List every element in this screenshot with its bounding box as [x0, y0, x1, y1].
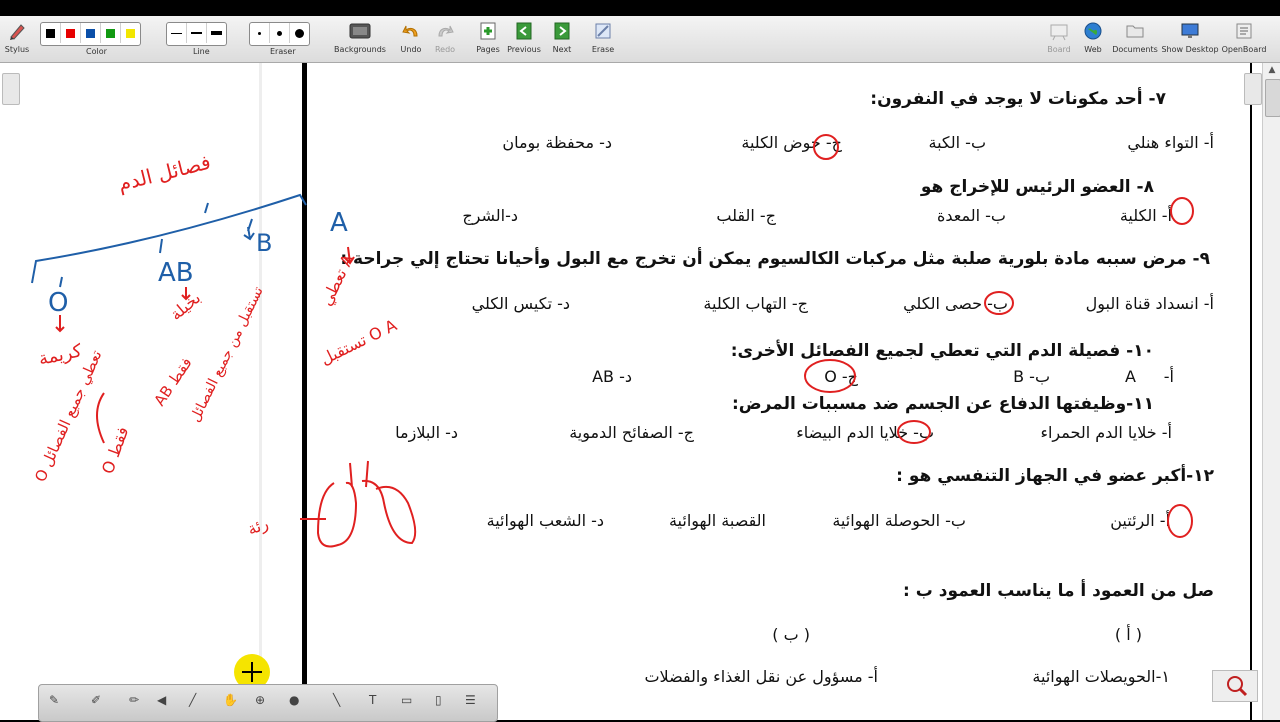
- color-palette: [40, 22, 141, 46]
- blood-type-b: B: [256, 229, 272, 257]
- color-swatch-green[interactable]: [101, 23, 121, 43]
- stylus-tool[interactable]: Stylus: [4, 18, 30, 60]
- scroll-thumb[interactable]: [1265, 79, 1280, 117]
- laser-tool-icon[interactable]: ●: [289, 693, 305, 709]
- o-only-note: O فقط: [98, 424, 132, 476]
- answer-circle-q7: [813, 134, 839, 160]
- eraser-size-group: [249, 22, 310, 46]
- erase-button[interactable]: Erase: [590, 18, 616, 60]
- answer-circle-q11: [897, 420, 931, 444]
- show-desktop-button[interactable]: Show Desktop: [1161, 18, 1219, 60]
- add-page-icon: [477, 20, 499, 42]
- backgrounds-button[interactable]: Backgrounds: [334, 18, 386, 60]
- capture-tool-icon[interactable]: ▭: [401, 693, 417, 709]
- eraser-label: Eraser: [270, 47, 296, 56]
- handwritten-notes: A B AB O فصائل الدم كريمة بخيلة تعطي A ت…: [31, 150, 417, 548]
- line-tool-icon[interactable]: ╱: [189, 693, 205, 709]
- a-gives-note: تعطي A: [317, 251, 359, 309]
- toolbar: Stylus Color Line Eraser Backgrounds Und…: [0, 16, 1280, 63]
- blood-type-a: A: [330, 208, 348, 238]
- backgrounds-icon: [349, 20, 371, 42]
- whiteboard-canvas[interactable]: ٧- أحد مكونات لا يوجد في النفرون: أ- الت…: [0, 63, 1262, 720]
- web-button[interactable]: Web: [1080, 18, 1106, 60]
- eraser-large[interactable]: [290, 23, 309, 43]
- eraser-small[interactable]: [250, 23, 270, 43]
- ab-note: بخيلة: [166, 288, 204, 324]
- previous-button[interactable]: Previous: [506, 18, 542, 60]
- hand-tool-icon[interactable]: ✋: [223, 693, 239, 709]
- color-swatch-red[interactable]: [61, 23, 81, 43]
- blood-types-title: فصائل الدم: [115, 150, 213, 196]
- draw-line-icon[interactable]: ╲: [333, 693, 349, 709]
- lung-label: رئة: [245, 514, 271, 540]
- eraser-medium[interactable]: [270, 23, 290, 43]
- line-medium[interactable]: [187, 23, 207, 43]
- line-thin[interactable]: [167, 23, 187, 43]
- ab-receives-note: AB فقط: [150, 354, 195, 409]
- answer-circle-q10: [804, 359, 856, 393]
- settings-board-icon: [1233, 20, 1255, 42]
- answer-circle-q8: [1170, 197, 1194, 225]
- next-button[interactable]: Next: [549, 18, 575, 60]
- redo-icon: [434, 20, 456, 42]
- o-note: كريمة: [37, 340, 84, 370]
- highlighter-tool-icon[interactable]: ✏: [129, 693, 145, 709]
- stylus-icon: [6, 20, 28, 42]
- color-swatch-black[interactable]: [41, 23, 61, 43]
- color-label: Color: [86, 47, 107, 56]
- stylus-palette-bar: ✎ ✐ ✏ ◀ ╱ ✋ ⊕ ● ╲ T ▭ ▯ ☰: [38, 684, 498, 722]
- line-label: Line: [193, 47, 210, 56]
- zoom-magnifier-icon[interactable]: [1212, 670, 1258, 702]
- blood-type-o: O: [48, 288, 68, 318]
- pages-button[interactable]: Pages: [474, 18, 502, 60]
- undo-icon: [400, 20, 422, 42]
- scroll-up-arrow-icon[interactable]: ▲: [1266, 65, 1278, 77]
- marker-tool-icon[interactable]: ✐: [91, 693, 107, 709]
- answer-circle-q12: [1167, 504, 1193, 538]
- folder-icon: [1124, 20, 1146, 42]
- next-page-icon: [551, 20, 573, 42]
- color-swatch-yellow[interactable]: [121, 23, 140, 43]
- monitor-icon: [1179, 20, 1201, 42]
- openboard-button[interactable]: OpenBoard: [1222, 18, 1266, 60]
- pen-tool-icon[interactable]: ✎: [49, 693, 65, 709]
- vertical-scrollbar[interactable]: ▲: [1262, 63, 1280, 720]
- erase-icon: [592, 20, 614, 42]
- board-icon: [1048, 20, 1070, 42]
- eraser-tool-icon[interactable]: ▯: [435, 693, 451, 709]
- a-receives-note: تستقبل O A: [317, 315, 399, 368]
- zoom-tool-icon[interactable]: ⊕: [255, 693, 271, 709]
- documents-button[interactable]: Documents: [1112, 18, 1158, 60]
- line-width-group: [166, 22, 227, 46]
- board-button[interactable]: Board: [1046, 18, 1072, 60]
- text-tool-icon[interactable]: T: [369, 693, 385, 709]
- answer-circle-q9: [984, 291, 1014, 315]
- blood-type-ab: AB: [158, 258, 194, 288]
- globe-icon: [1082, 20, 1104, 42]
- line-thick[interactable]: [207, 23, 226, 43]
- redo-button[interactable]: Redo: [432, 18, 458, 60]
- select-tool-icon[interactable]: ◀: [157, 693, 173, 709]
- color-swatch-blue[interactable]: [81, 23, 101, 43]
- lungs-drawing: [316, 460, 417, 548]
- undo-button[interactable]: Undo: [398, 18, 424, 60]
- previous-page-icon: [513, 20, 535, 42]
- top-black-strip: [0, 0, 1280, 16]
- bar-menu-icon[interactable]: ☰: [465, 693, 481, 709]
